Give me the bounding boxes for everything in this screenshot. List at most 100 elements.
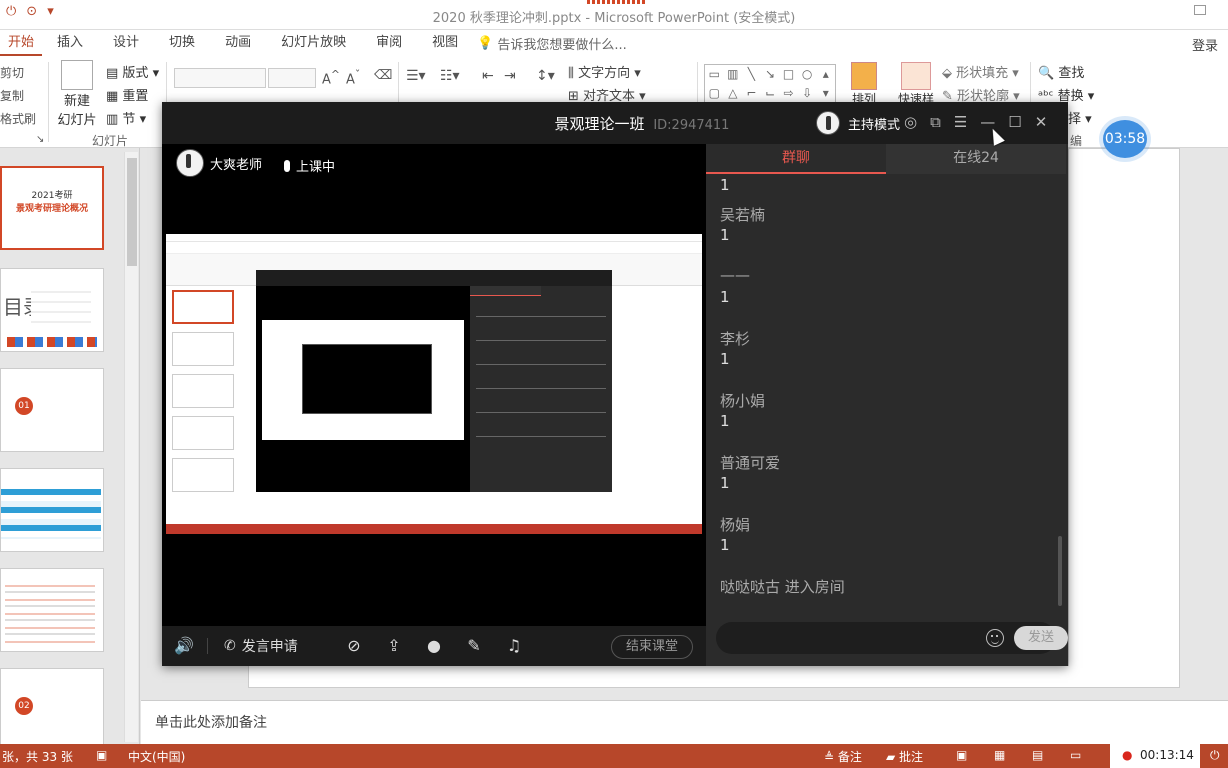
text-direction-button[interactable]: ⫼ 文字方向 ▾ [568,62,641,81]
slide-thumbnail[interactable]: 01 [0,368,104,452]
normal-view-icon[interactable]: ▣ [956,748,967,762]
copy-button[interactable]: 复制 [0,87,24,104]
reset-button[interactable]: ▦ 重置 [106,85,148,104]
chat-panel: 群聊 在线24 1 吴若楠 1 —— 1 李杉 1 杨小娟 1 普通可爱 1 杨… [706,144,1068,666]
new-slide-button[interactable]: 新建 幻灯片 [54,60,100,128]
slideshow-view-icon[interactable]: ▭ [1070,748,1081,762]
toc-lines [31,283,91,331]
music-icon[interactable]: ♫ [504,636,524,656]
gallery-down-icon[interactable]: ▾ [816,84,835,103]
tab-view[interactable]: 视图 [417,30,473,56]
arrange-button[interactable]: 排列 [848,62,880,107]
format-painter-button[interactable]: 格式刷 [0,110,36,127]
tab-online[interactable]: 在线24 [886,144,1066,174]
stop-icon[interactable]: ⏻ [1210,748,1220,763]
spellcheck-icon[interactable]: ▣ [96,748,107,762]
tab-slideshow[interactable]: 幻灯片放映 [266,30,361,56]
connector-shape-icon[interactable]: ⌐ [742,84,761,103]
shared-thumb [172,332,234,366]
login-link[interactable]: 登录 [1192,35,1218,54]
speaker-icon[interactable]: 🔊 [174,636,194,656]
font-family-select[interactable] [174,68,266,88]
shared-live-header [256,270,612,286]
gallery-up-icon[interactable]: ▴ [816,65,835,84]
send-button[interactable]: 发送 [1014,626,1068,650]
live-window-controls: ◎ ⧉ ☰ — ☐ ✕ [904,113,1047,131]
tell-me-box[interactable]: 💡 告诉我您想要做什么... [477,34,627,53]
rounded-rect-shape-icon[interactable]: ▢ [705,84,724,103]
down-arrow-shape-icon[interactable]: ⇩ [798,84,817,103]
rect-shape-icon[interactable]: □ [779,65,798,84]
slide-thumbnail[interactable] [0,468,104,552]
line-shape-icon[interactable]: ╲ [742,65,761,84]
elbow-shape-icon[interactable]: ⌙ [761,84,780,103]
speak-request-button[interactable]: ✆ 发言申请 [224,636,298,656]
tab-animations[interactable]: 动画 [210,30,266,56]
notes-toggle[interactable]: ≜ 备注 [824,748,862,765]
share-screen-icon[interactable]: ⇪ [384,636,404,656]
close-icon[interactable]: ✕ [1035,113,1048,131]
host-mode-indicator[interactable]: 主持模式 [816,111,900,135]
edit-icon[interactable]: ✎ [464,636,484,656]
vtext-shape-icon[interactable]: ▥ [724,65,743,84]
reading-view-icon[interactable]: ▤ [1032,748,1043,762]
increase-font-icon[interactable]: A^ [322,68,340,87]
layout-button[interactable]: ▤ 版式 ▾ [106,62,159,81]
menu-icon[interactable]: ☰ [954,113,967,131]
shared-thumb [172,374,234,408]
section-button[interactable]: ▥ 节 ▾ [106,108,146,127]
tab-transitions[interactable]: 切换 [154,30,210,56]
popout-icon[interactable]: ⧉ [930,113,941,131]
tab-group-chat[interactable]: 群聊 [706,144,886,174]
line-spacing-icon[interactable]: ↕▾ [536,68,555,84]
slide-thumbnail[interactable]: 02 [0,668,104,744]
recording-dot-icon: ● [1122,748,1133,762]
decrease-indent-icon[interactable]: ⇤ [482,68,494,84]
slide-thumbnail[interactable]: 目录 [0,268,104,352]
chat-message: 吴若楠 1 [720,206,766,244]
restore-ribbon-icon[interactable] [1194,5,1206,15]
language-indicator[interactable]: 中文(中国) [128,748,185,765]
tab-insert[interactable]: 插入 [42,30,98,56]
textbox-shape-icon[interactable]: ▭ [705,65,724,84]
find-button[interactable]: 🔍 查找 [1038,62,1084,81]
arrow-line-shape-icon[interactable]: ↘ [761,65,780,84]
clear-format-icon[interactable]: ⌫ [374,68,392,83]
end-class-button[interactable]: 结束课堂 [611,635,693,659]
sorter-view-icon[interactable]: ▦ [994,748,1005,762]
slide-thumbnail[interactable] [0,568,104,652]
new-slide-label-1: 新建 [63,94,90,109]
decrease-font-icon[interactable]: Aˇ [346,68,360,87]
microphone-icon[interactable]: ● [424,636,444,656]
comments-toggle[interactable]: ▰ 批注 [886,748,923,765]
quick-styles-icon [901,62,931,90]
slide-thumbnail[interactable]: 2021考研 景观考研理论概况 [0,166,104,250]
increase-indent-icon[interactable]: ⇥ [504,68,516,84]
maximize-icon[interactable]: ☐ [1008,113,1021,131]
triangle-shape-icon[interactable]: △ [724,84,743,103]
font-size-select[interactable] [268,68,316,88]
numbering-icon[interactable]: ☷▾ [440,68,460,84]
oval-shape-icon[interactable]: ○ [798,65,817,84]
chat-input[interactable]: 发送 [716,622,1068,654]
shapes-gallery[interactable]: ▭ ▥ ╲ ↘ □ ○ ▴ ▢ △ ⌐ ⌙ ⇨ ⇩ ▾ [704,64,836,104]
cut-button[interactable]: 剪切 [0,64,24,81]
tab-review[interactable]: 审阅 [361,30,417,56]
dialog-launcher-icon[interactable]: ↘ [36,134,44,145]
chat-scrollbar[interactable] [1058,536,1062,606]
decor-shapes [7,337,97,347]
thumbnails-scrollbar[interactable] [124,152,138,742]
camera-off-icon[interactable]: ⊘ [344,636,364,656]
right-arrow-shape-icon[interactable]: ⇨ [779,84,798,103]
scrollbar-handle[interactable] [127,158,137,266]
shared-nested-video [262,320,464,440]
tab-design[interactable]: 设计 [98,30,154,56]
class-name: 景观理论一班 [554,115,645,133]
tab-home[interactable]: 开始 [0,30,43,56]
slide-canvas-edge [1068,148,1180,688]
settings-icon[interactable]: ◎ [904,113,917,131]
emoji-icon[interactable] [986,629,1004,647]
bullets-icon[interactable]: ☰▾ [406,68,426,84]
shape-fill-button[interactable]: ⬙ 形状填充 ▾ [942,62,1019,81]
notes-pane[interactable]: 单击此处添加备注 [141,700,1228,744]
